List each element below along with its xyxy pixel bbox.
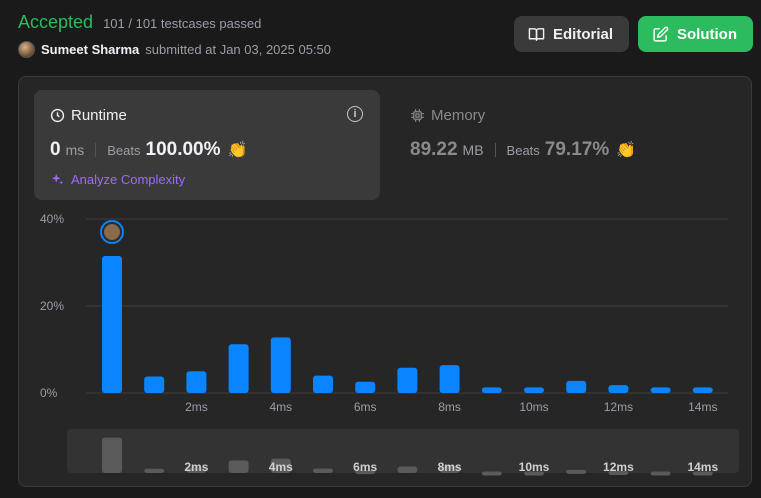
overview-tick-label: 2ms bbox=[184, 460, 208, 474]
submitted-time: submitted at Jan 03, 2025 05:50 bbox=[145, 42, 332, 57]
status-accepted: Accepted bbox=[18, 12, 94, 32]
y-tick-label: 0% bbox=[40, 386, 58, 400]
bar bbox=[692, 387, 713, 393]
bar bbox=[397, 367, 418, 393]
bar bbox=[270, 337, 291, 393]
bar bbox=[228, 344, 249, 393]
bar bbox=[355, 381, 376, 393]
bar bbox=[524, 387, 544, 393]
overview-tick-label: 4ms bbox=[269, 460, 293, 474]
editorial-label: Editorial bbox=[553, 25, 614, 43]
performance-card: Runtime i 0 ms Beats 100.00% 👏 Analyze C… bbox=[18, 76, 752, 487]
runtime-distribution-chart: 0% 20% 40% 2ms 4ms 6ms 8ms 10ms 12ms 14ms 2ms 4ms 6m… bbox=[40, 212, 739, 476]
overview-bar bbox=[228, 460, 249, 473]
bar bbox=[439, 365, 460, 393]
x-tick-label: 2ms bbox=[185, 400, 208, 414]
editorial-button[interactable]: Editorial bbox=[514, 16, 629, 52]
book-icon bbox=[528, 27, 545, 41]
bar bbox=[102, 255, 122, 393]
author-name[interactable]: Sumeet Sharma bbox=[41, 42, 139, 57]
bar bbox=[186, 371, 207, 393]
overview-strip bbox=[67, 429, 739, 473]
bar bbox=[650, 387, 671, 393]
overview-bar bbox=[481, 471, 502, 476]
solution-label: Solution bbox=[677, 25, 737, 43]
overview-tick-label: 10ms bbox=[519, 460, 550, 474]
x-tick-label: 4ms bbox=[269, 400, 292, 414]
overview-bar bbox=[102, 437, 122, 473]
submission-info: Sumeet Sharma submitted at Jan 03, 2025 … bbox=[18, 41, 331, 58]
y-tick-label: 20% bbox=[40, 299, 64, 313]
testcases-passed: 101 / 101 testcases passed bbox=[103, 16, 262, 31]
y-tick-label: 40% bbox=[40, 212, 64, 226]
overview-bar bbox=[313, 468, 333, 473]
bar bbox=[144, 376, 165, 393]
x-tick-label: 12ms bbox=[604, 400, 633, 414]
x-tick-label: 6ms bbox=[354, 400, 377, 414]
overview-tick-label: 8ms bbox=[438, 460, 462, 474]
overview-tick-label: 12ms bbox=[603, 460, 634, 474]
edit-icon bbox=[653, 26, 669, 42]
avatar[interactable] bbox=[18, 41, 35, 58]
bar bbox=[481, 387, 502, 393]
overview-bar bbox=[144, 468, 165, 473]
x-tick-label: 10ms bbox=[519, 400, 548, 414]
overview-bar bbox=[397, 466, 418, 473]
submission-result: Accepted 101 / 101 testcases passed Sume… bbox=[0, 0, 761, 498]
bar bbox=[566, 380, 587, 393]
bar bbox=[313, 375, 333, 393]
bar bbox=[608, 385, 629, 393]
overview-bar bbox=[650, 471, 671, 476]
solution-button[interactable]: Solution bbox=[638, 16, 753, 52]
user-marker-avatar bbox=[104, 224, 120, 240]
status-line: Accepted 101 / 101 testcases passed bbox=[18, 12, 261, 33]
overview-tick-label: 14ms bbox=[687, 460, 718, 474]
overview-bar bbox=[566, 469, 587, 474]
x-tick-label: 8ms bbox=[438, 400, 461, 414]
overview-tick-label: 6ms bbox=[353, 460, 377, 474]
x-tick-label: 14ms bbox=[688, 400, 717, 414]
